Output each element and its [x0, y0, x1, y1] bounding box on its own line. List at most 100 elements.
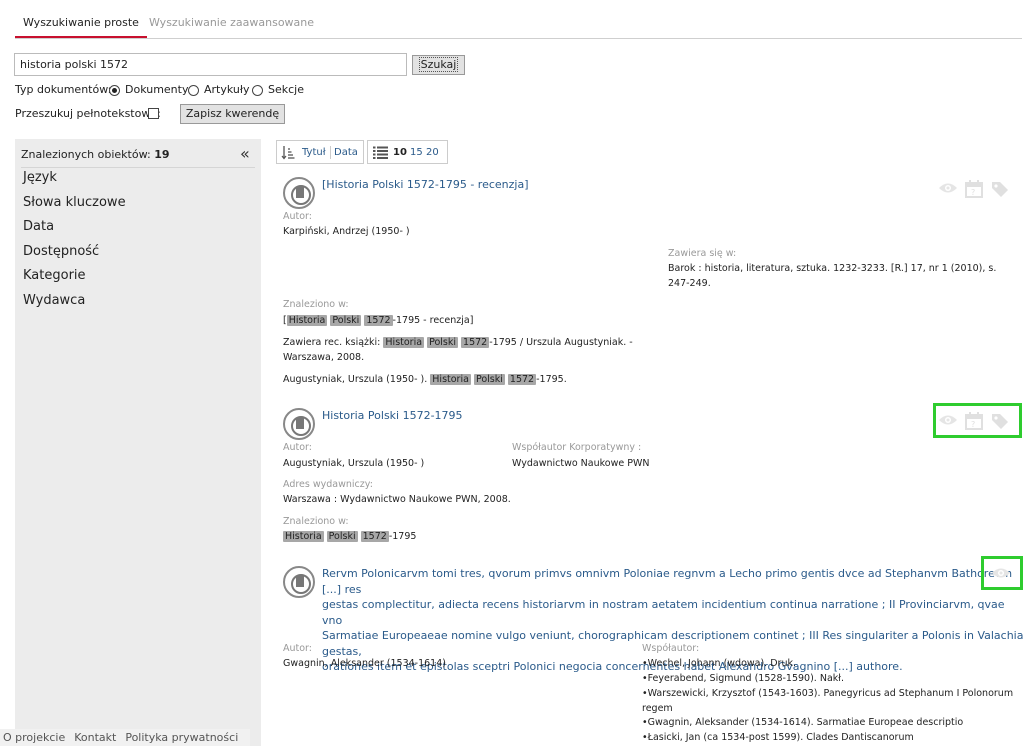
- found-in-text: Zawiera rec. książki:: [283, 337, 381, 348]
- found-in-text: -1795.: [536, 374, 567, 385]
- found-in-line: [Historia Polski 1572 -1795 - recenzja]: [283, 315, 474, 326]
- radio-dokumenty-label[interactable]: Dokumenty: [125, 83, 188, 96]
- result-title-line: gestas complectitur, adiecta recens hist…: [322, 598, 1005, 627]
- corporate-author-label: Współautor Korporatywny :: [512, 442, 642, 453]
- facet-kategorie[interactable]: Kategorie: [23, 268, 86, 283]
- footer-link-privacy[interactable]: Polityka prywatności: [125, 731, 238, 744]
- facet-data[interactable]: Data: [23, 219, 54, 234]
- contained-in-label: Zawiera się w:: [668, 248, 737, 259]
- fulltext-label: Przeszukuj pełnotekstowo:: [15, 107, 161, 120]
- fulltext-checkbox[interactable]: [148, 108, 159, 119]
- article-type-icon: [283, 177, 315, 209]
- radio-sekcje[interactable]: [252, 85, 263, 96]
- calendar-icon[interactable]: ?: [964, 411, 984, 430]
- highlight-term: Polski: [330, 315, 362, 326]
- sort-by-date[interactable]: Data: [334, 147, 358, 158]
- book-type-icon: [283, 566, 315, 598]
- doc-type-label: Typ dokumentów:: [15, 83, 112, 96]
- footer-link-about[interactable]: O projekcie: [3, 731, 65, 744]
- result-title[interactable]: [Historia Polski 1572-1795 - recenzja]: [322, 177, 529, 193]
- coauthor-item: •Feyerabend, Sigmund (1528-1590). Nakł.: [642, 673, 844, 684]
- facet-dostepnosc[interactable]: Dostępność: [23, 244, 99, 259]
- publisher-address-value: Warszawa : Wydawnictwo Naukowe PWN, 2008…: [283, 494, 511, 505]
- tab-advanced-search[interactable]: Wyszukiwanie zaawansowane: [141, 8, 322, 38]
- found-in-line: Zawiera rec. książki: Historia Polski 15…: [283, 335, 633, 350]
- tag-icon[interactable]: [991, 413, 1009, 429]
- coauthor-item: •Wechel, Johann (wdowa). Druk.: [642, 658, 796, 669]
- search-button[interactable]: Szukaj: [412, 55, 465, 75]
- coauthor-item-cont: regem: [642, 703, 673, 714]
- footer: O projekcie Kontakt Polityka prywatności: [0, 729, 251, 746]
- sort-icon: [281, 146, 295, 160]
- publisher-address-label: Adres wydawniczy:: [283, 479, 373, 490]
- calendar-icon[interactable]: ?: [964, 179, 984, 198]
- found-in-line: Historia Polski 1572 -1795: [283, 529, 416, 544]
- facet-sidebar: Znalezionych obiektów: 19 « Język Słowa …: [15, 139, 261, 746]
- page-size-controls: 10 15 20: [367, 140, 448, 164]
- found-in-text: -1795 / Urszula Augustyniak. -: [489, 337, 633, 348]
- search-tabs: Wyszukiwanie proste Wyszukiwanie zaawans…: [15, 8, 1022, 39]
- preview-eye-icon[interactable]: [938, 181, 958, 195]
- found-in-text: -1795 - recenzja]: [392, 315, 474, 326]
- highlight-term: 1572: [507, 374, 537, 385]
- search-button-label: Szukaj: [418, 57, 459, 72]
- coauthor-item: •Gwagnin, Aleksander (1534-1614). Sarmat…: [642, 717, 964, 728]
- facet-wydawca[interactable]: Wydawca: [23, 293, 85, 308]
- found-count-label: Znalezionych obiektów:: [21, 148, 151, 161]
- radio-sekcje-label[interactable]: Sekcje: [268, 83, 304, 96]
- preview-eye-icon[interactable]: [938, 413, 958, 427]
- contained-in-value: Barok : historia, literatura, sztuka. 12…: [668, 263, 997, 274]
- footer-link-contact[interactable]: Kontakt: [74, 731, 116, 744]
- save-query-button[interactable]: Zapisz kwerendę: [180, 104, 285, 124]
- page-size-20[interactable]: 20: [426, 147, 439, 158]
- author-label: Autor:: [283, 643, 312, 654]
- author-value: Karpiński, Andrzej (1950- ): [283, 226, 410, 237]
- highlight-term: Historia: [283, 531, 324, 542]
- found-count-value: 19: [154, 148, 170, 161]
- found-in-label: Znaleziono w:: [283, 516, 349, 527]
- sort-separator: [330, 146, 331, 159]
- facet-jezyk[interactable]: Język: [23, 170, 57, 185]
- coauthor-item: •Łasicki, Jan (ca 1534-post 1599). Clade…: [642, 732, 914, 743]
- highlight-term: Historia: [286, 315, 328, 326]
- author-label: Autor:: [283, 211, 312, 222]
- highlight-term: Polski: [326, 531, 358, 542]
- sidebar-divider: [21, 167, 255, 168]
- svg-text:?: ?: [971, 188, 975, 197]
- author-label: Autor:: [283, 442, 312, 453]
- svg-text:?: ?: [971, 420, 975, 429]
- author-value: Gwagnin, Aleksander (1534-1614): [283, 658, 446, 669]
- coauthor-label: Współautor:: [642, 643, 700, 654]
- sort-by-title[interactable]: Tytuł: [302, 147, 326, 158]
- result-title-line: Rervm Polonicarvm tomi tres, qvorum prim…: [322, 567, 1013, 596]
- highlight-term: Historia: [430, 374, 471, 385]
- sort-controls: Tytuł Data: [276, 140, 364, 164]
- coauthor-item: •Warszewicki, Krzysztof (1543-1603). Pan…: [642, 688, 1014, 699]
- found-count: Znalezionych obiektów: 19: [21, 148, 170, 161]
- highlight-term: 1572: [360, 531, 389, 542]
- found-in-line: Augustyniak, Urszula (1950- ). Historia …: [283, 372, 567, 387]
- found-in-label: Znaleziono w:: [283, 299, 349, 310]
- radio-artykuly[interactable]: [188, 85, 199, 96]
- page-size-10[interactable]: 10: [393, 147, 407, 158]
- corporate-author-value: Wydawnictwo Naukowe PWN: [512, 458, 650, 469]
- page-size-15[interactable]: 15: [410, 147, 423, 158]
- contained-in-value-cont: 247-249.: [668, 278, 711, 289]
- highlight-term: Polski: [427, 337, 459, 348]
- radio-artykuly-label[interactable]: Artykuły: [204, 83, 250, 96]
- search-input[interactable]: [14, 53, 407, 76]
- result-title[interactable]: Historia Polski 1572-1795: [322, 408, 463, 424]
- facet-slowa-kluczowe[interactable]: Słowa kluczowe: [23, 195, 126, 210]
- author-value: Augustyniak, Urszula (1950- ): [283, 458, 425, 469]
- tag-icon[interactable]: [991, 181, 1009, 197]
- preview-eye-icon[interactable]: [991, 566, 1011, 580]
- radio-dokumenty[interactable]: [109, 85, 120, 96]
- highlight-term: 1572: [364, 315, 393, 326]
- highlight-term: Historia: [383, 337, 425, 348]
- collapse-sidebar-button[interactable]: «: [240, 144, 250, 163]
- tab-simple-search[interactable]: Wyszukiwanie proste: [15, 8, 147, 38]
- book-type-icon: [283, 408, 315, 440]
- found-in-text: -1795: [388, 531, 417, 542]
- found-in-text: Augustyniak, Urszula (1950- ).: [283, 374, 428, 385]
- highlight-term: 1572: [461, 337, 490, 348]
